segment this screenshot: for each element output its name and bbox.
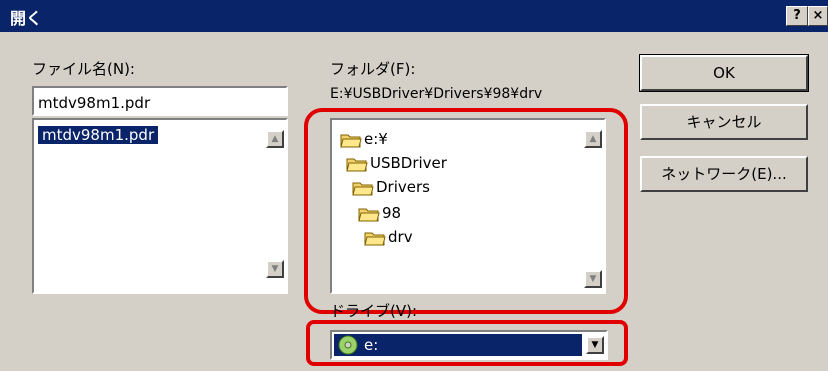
cancel-button[interactable]: キャンセル	[640, 104, 808, 140]
open-dialog: 開く ? × ファイル名(N): mtdv98m1.pdr mtdv98m1.p…	[0, 0, 828, 371]
current-folder-path: E:¥USBDriver¥Drivers¥98¥drv	[330, 86, 543, 102]
drive-select-highlight	[306, 320, 628, 366]
file-list-scroll-up-arrow[interactable]: ▲	[266, 130, 284, 148]
network-button[interactable]: ネットワーク(E)...	[640, 156, 808, 192]
folder-label: フォルダ(F):	[330, 60, 416, 78]
folder-tree-highlight	[304, 108, 628, 314]
filename-label: ファイル名(N):	[32, 60, 135, 78]
filename-input[interactable]: mtdv98m1.pdr	[32, 86, 288, 116]
dialog-title: 開く	[10, 9, 43, 28]
file-list[interactable]: mtdv98m1.pdr ▲ ▼	[32, 118, 288, 294]
help-button[interactable]: ?	[786, 6, 808, 26]
ok-button[interactable]: OK	[639, 54, 809, 92]
file-list-scroll-down-arrow[interactable]: ▼	[266, 260, 284, 278]
filename-input-value: mtdv98m1.pdr	[38, 94, 151, 112]
close-button[interactable]: ×	[808, 6, 828, 26]
file-list-item-selected[interactable]: mtdv98m1.pdr	[38, 126, 159, 144]
title-bar: 開く ? ×	[0, 0, 828, 32]
drive-label: ドライブ(V):	[330, 302, 418, 320]
